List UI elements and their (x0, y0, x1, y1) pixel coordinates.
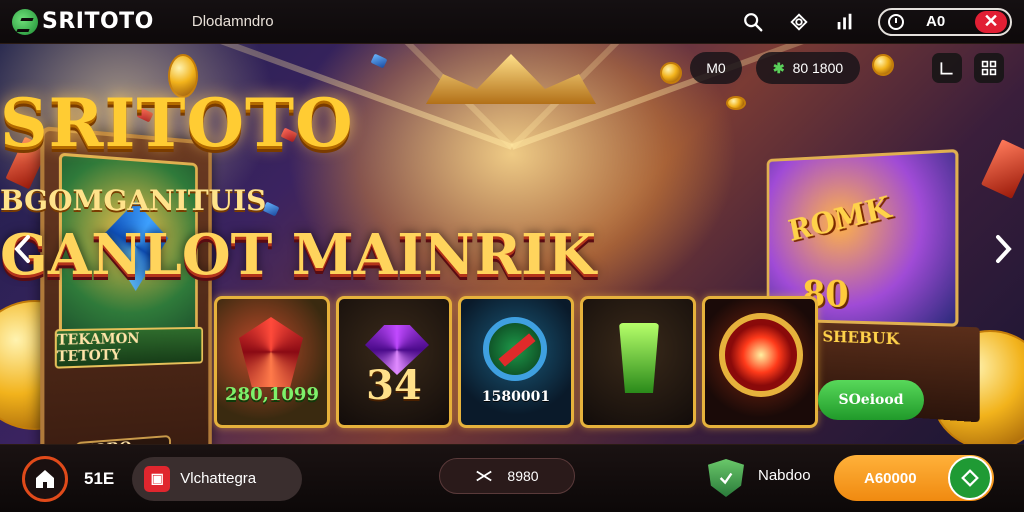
mode-pill[interactable]: M0 (690, 52, 742, 84)
shield-icon[interactable] (708, 459, 744, 497)
top-bar: SRITOTO Dlodamndro A0 ✕ (0, 0, 1024, 44)
brand-logo[interactable]: SRITOTO (12, 8, 154, 35)
game-card-row: 280,1099 34 1580001 (214, 296, 822, 428)
left-slot-plate: TEKAMON TETOTY (54, 326, 204, 369)
game-card[interactable]: 1580001 (458, 296, 574, 428)
ruby-medallion-icon (719, 313, 803, 397)
brand-name: SRITOTO (42, 9, 154, 34)
ticket-icon (476, 470, 493, 482)
game-card-label: 1580001 (481, 389, 551, 405)
mode-label: M0 (706, 60, 726, 76)
hero-subtitle: BGOMGANITUIS (0, 184, 267, 217)
deposit-button[interactable]: A60000 (834, 455, 994, 501)
notification-coin-icon[interactable] (872, 54, 894, 76)
search-icon[interactable] (740, 9, 766, 35)
coin-stack-icon: ✱ (772, 59, 785, 76)
home-icon (36, 469, 54, 488)
game-category-pill[interactable]: ▣ Vlchattegra (132, 456, 303, 501)
chevron-right-icon (996, 235, 1012, 263)
coin-icon (660, 62, 682, 84)
game-card[interactable] (702, 296, 818, 428)
status-level: A0 (926, 13, 946, 30)
grid-icon (981, 60, 997, 76)
game-category-label: Vlchattegra (180, 470, 257, 487)
mid-value-pill[interactable]: 8980 (439, 458, 575, 494)
crown-ornament (426, 54, 596, 104)
red-gem-icon (239, 317, 303, 387)
bottom-count: 51E (84, 468, 115, 488)
bottom-bar: 51E ▣ Vlchattegra 8980 Nabdoo A60000 (0, 444, 1024, 512)
logo-mark-icon (12, 8, 38, 35)
balance-value: 80 1800 (792, 60, 844, 76)
game-card[interactable]: 280,1099 (214, 296, 330, 428)
left-slot-button[interactable]: MOBO BUIL (75, 434, 171, 444)
game-card-label: 34 (366, 362, 422, 409)
amulet-icon (483, 317, 547, 381)
top-subtitle: Dlodamndro (191, 13, 274, 30)
top-actions: A0 ✕ (740, 7, 1012, 36)
close-button[interactable]: ✕ (975, 10, 1007, 33)
share-icon[interactable] (786, 9, 812, 35)
game-card[interactable] (580, 296, 696, 428)
clock-icon (888, 13, 904, 30)
gem-icon (370, 53, 388, 69)
menu-button[interactable] (932, 53, 962, 83)
hero-banner: TEKAMON TETOTY MOBO BUIL ROMK 80 SHEBUK … (0, 44, 1024, 444)
app-root: SRITOTO Dlodamndro A0 ✕ TEKAMON TETOTY R… (0, 0, 1024, 512)
mid-value: 8980 (507, 468, 539, 484)
refresh-icon[interactable] (948, 456, 992, 500)
right-slot-sub: SHEBUK (822, 326, 900, 349)
chevron-left-icon (14, 235, 30, 263)
game-card-label: 280,1099 (225, 384, 319, 405)
bottom-nav-label[interactable]: Nabdoo (758, 467, 811, 484)
carousel-prev-button[interactable] (6, 224, 40, 274)
menu-icon (940, 62, 953, 75)
hero-game-title: GANLOT MAINRIK (0, 222, 597, 288)
deposit-button-label: A60000 (864, 469, 917, 487)
status-pill[interactable]: A0 ✕ (878, 7, 1012, 36)
balance-pill[interactable]: ✱ 80 1800 (756, 52, 860, 84)
carousel-next-button[interactable] (986, 224, 1020, 274)
game-category-icon: ▣ (144, 465, 171, 492)
signal-icon[interactable] (832, 9, 858, 35)
green-cup-icon (619, 323, 659, 393)
grid-button[interactable] (974, 53, 1004, 83)
game-card[interactable]: 34 (336, 296, 452, 428)
green-cta-button[interactable]: SOeiood (818, 380, 924, 420)
home-button[interactable] (22, 455, 68, 502)
